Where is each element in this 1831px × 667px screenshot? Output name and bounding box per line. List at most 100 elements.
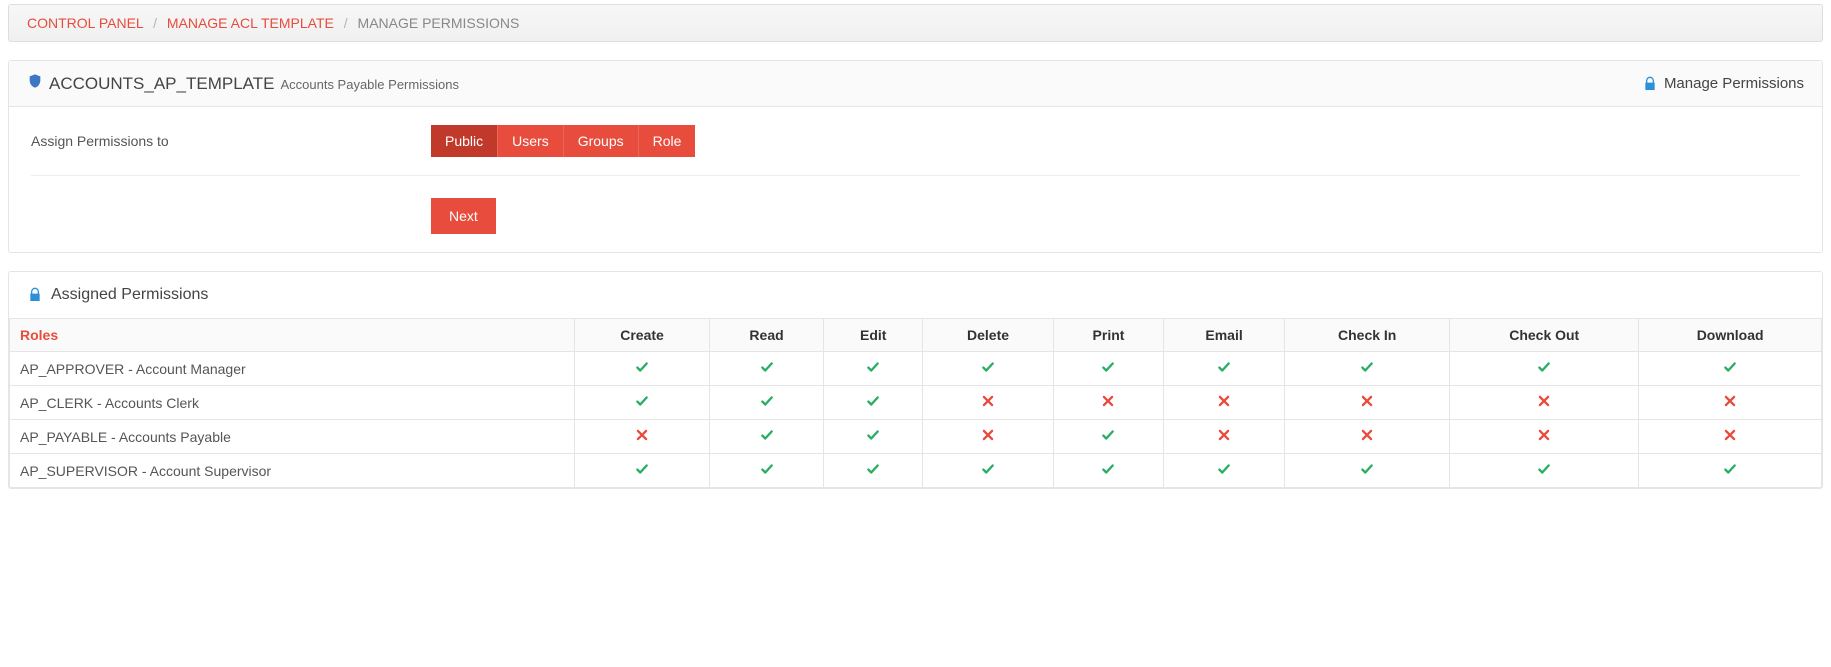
- table-head: Roles CreateReadEditDeletePrintEmailChec…: [10, 319, 1822, 352]
- perm-cell: [824, 386, 923, 420]
- breadcrumb-current: MANAGE PERMISSIONS: [358, 15, 520, 31]
- perm-cell: [575, 420, 709, 454]
- cross-icon: [1723, 428, 1737, 442]
- check-icon: [635, 360, 649, 374]
- check-icon: [981, 360, 995, 374]
- table-row: AP_APPROVER - Account Manager: [10, 352, 1822, 386]
- perm-cell: [1163, 454, 1284, 488]
- perm-cell: [1285, 420, 1450, 454]
- table-row: AP_PAYABLE - Accounts Payable: [10, 420, 1822, 454]
- role-cell: AP_PAYABLE - Accounts Payable: [10, 420, 575, 454]
- column-header: Delete: [923, 319, 1054, 352]
- shield-icon: [27, 73, 43, 89]
- column-header: Download: [1639, 319, 1822, 352]
- tab-role[interactable]: Role: [638, 125, 696, 157]
- perm-cell: [575, 386, 709, 420]
- assign-tabs: Public Users Groups Role: [431, 125, 695, 157]
- role-cell: AP_APPROVER - Account Manager: [10, 352, 575, 386]
- perm-cell: [575, 352, 709, 386]
- assigned-permissions-panel: Assigned Permissions Roles CreateReadEdi…: [8, 271, 1823, 489]
- perm-cell: [575, 454, 709, 488]
- cross-icon: [1723, 394, 1737, 408]
- cross-icon: [1360, 394, 1374, 408]
- perm-cell: [923, 352, 1054, 386]
- check-icon: [1360, 462, 1374, 476]
- check-icon: [1723, 462, 1737, 476]
- perm-cell: [923, 454, 1054, 488]
- panel-header: ACCOUNTS_AP_TEMPLATE Accounts Payable Pe…: [9, 61, 1822, 107]
- check-icon: [1217, 462, 1231, 476]
- cross-icon: [1217, 394, 1231, 408]
- perm-cell: [1163, 420, 1284, 454]
- check-icon: [981, 462, 995, 476]
- assigned-section-title: Assigned Permissions: [51, 286, 208, 304]
- perm-cell: [1639, 352, 1822, 386]
- cross-icon: [1537, 428, 1551, 442]
- check-icon: [866, 428, 880, 442]
- check-icon: [760, 428, 774, 442]
- perm-cell: [1639, 386, 1822, 420]
- breadcrumb-link-control-panel[interactable]: CONTROL PANEL: [27, 15, 143, 31]
- template-name: ACCOUNTS_AP_TEMPLATE: [49, 74, 274, 94]
- table-row: AP_SUPERVISOR - Account Supervisor: [10, 454, 1822, 488]
- cross-icon: [1537, 394, 1551, 408]
- panel-header-left: ACCOUNTS_AP_TEMPLATE Accounts Payable Pe…: [27, 73, 459, 94]
- panel-header-right: Manage Permissions: [1642, 75, 1804, 92]
- perm-cell: [1163, 386, 1284, 420]
- lock-icon: [1642, 76, 1658, 92]
- next-button[interactable]: Next: [431, 198, 496, 234]
- check-icon: [1537, 360, 1551, 374]
- perm-cell: [1054, 352, 1164, 386]
- manage-permissions-panel: ACCOUNTS_AP_TEMPLATE Accounts Payable Pe…: [8, 60, 1823, 253]
- assign-label: Assign Permissions to: [31, 133, 391, 149]
- perm-cell: [1054, 454, 1164, 488]
- perm-cell: [824, 420, 923, 454]
- perm-cell: [1639, 454, 1822, 488]
- check-icon: [866, 462, 880, 476]
- perm-cell: [1285, 454, 1450, 488]
- breadcrumb-link-manage-acl-template[interactable]: MANAGE ACL TEMPLATE: [167, 15, 334, 31]
- cross-icon: [1360, 428, 1374, 442]
- template-description: Accounts Payable Permissions: [280, 77, 458, 92]
- check-icon: [760, 462, 774, 476]
- cross-icon: [1217, 428, 1231, 442]
- perm-cell: [1450, 454, 1639, 488]
- column-header: Edit: [824, 319, 923, 352]
- perm-cell: [1285, 386, 1450, 420]
- perm-cell: [1639, 420, 1822, 454]
- breadcrumb-separator: /: [338, 15, 354, 31]
- table-body: AP_APPROVER - Account ManagerAP_CLERK - …: [10, 352, 1822, 488]
- check-icon: [1101, 428, 1115, 442]
- manage-permissions-label: Manage Permissions: [1664, 75, 1804, 92]
- perm-cell: [1163, 352, 1284, 386]
- table-header-row: Roles CreateReadEditDeletePrintEmailChec…: [10, 319, 1822, 352]
- perm-cell: [824, 454, 923, 488]
- assign-row: Assign Permissions to Public Users Group…: [31, 125, 1800, 176]
- permissions-table: Roles CreateReadEditDeletePrintEmailChec…: [9, 318, 1822, 488]
- check-icon: [1101, 360, 1115, 374]
- check-icon: [866, 360, 880, 374]
- column-header: Print: [1054, 319, 1164, 352]
- table-row: AP_CLERK - Accounts Clerk: [10, 386, 1822, 420]
- perm-cell: [1285, 352, 1450, 386]
- check-icon: [760, 394, 774, 408]
- tab-public[interactable]: Public: [431, 125, 497, 157]
- check-icon: [1723, 360, 1737, 374]
- assigned-section-header: Assigned Permissions: [9, 272, 1822, 318]
- check-icon: [635, 462, 649, 476]
- check-icon: [1360, 360, 1374, 374]
- check-icon: [1101, 462, 1115, 476]
- perm-cell: [709, 454, 824, 488]
- perm-cell: [1054, 420, 1164, 454]
- role-cell: AP_CLERK - Accounts Clerk: [10, 386, 575, 420]
- perm-cell: [1054, 386, 1164, 420]
- perm-cell: [824, 352, 923, 386]
- column-header: Create: [575, 319, 709, 352]
- tab-users[interactable]: Users: [497, 125, 563, 157]
- column-header: Read: [709, 319, 824, 352]
- cross-icon: [981, 428, 995, 442]
- check-icon: [866, 394, 880, 408]
- tab-groups[interactable]: Groups: [563, 125, 638, 157]
- check-icon: [1217, 360, 1231, 374]
- perm-cell: [1450, 352, 1639, 386]
